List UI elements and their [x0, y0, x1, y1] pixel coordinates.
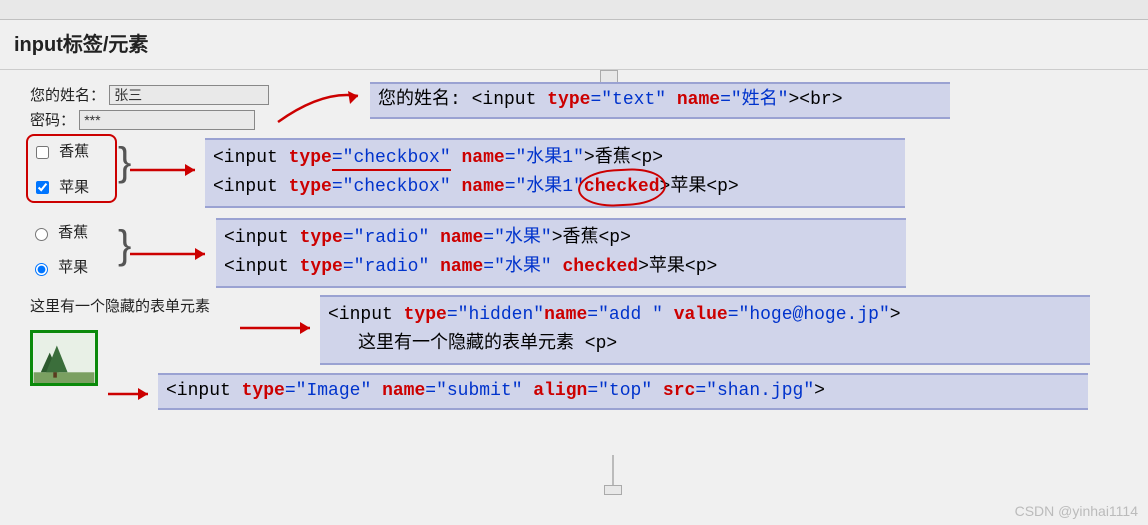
brace-icon: }: [118, 142, 131, 182]
code-token: checked: [584, 173, 660, 202]
code-token: ="水果1": [505, 148, 584, 168]
brace-icon: }: [118, 225, 131, 265]
password-row: 密码：: [30, 109, 310, 130]
checkbox-group: 香蕉 苹果 }: [30, 138, 97, 199]
code-token: type: [289, 148, 332, 168]
password-input[interactable]: [79, 110, 255, 130]
code-token: >香蕉<p>: [552, 228, 631, 248]
name-label: 您的姓名：: [30, 87, 105, 104]
code-token: 您的姓名: <input: [378, 90, 547, 110]
code-radio: <input type="radio" name="水果">香蕉<p> <inp…: [216, 218, 906, 288]
code-checkbox: <input type="checkbox" name="水果1">香蕉<p> …: [205, 138, 905, 208]
code-token: type: [242, 381, 285, 401]
page-title: input标签/元素: [0, 20, 1148, 65]
code-token: ="Image": [285, 381, 371, 401]
checkbox-banana[interactable]: [36, 146, 49, 159]
name-input[interactable]: [109, 85, 269, 105]
code-token: <input: [213, 177, 289, 197]
code-token: ="add ": [587, 305, 663, 325]
password-label: 密码：: [30, 112, 75, 129]
code-token: type: [300, 228, 343, 248]
code-token: ="submit": [425, 381, 522, 401]
hidden-note: 这里有一个隐藏的表单元素: [30, 295, 310, 316]
code-token: >: [814, 381, 825, 401]
name-row: 您的姓名：: [30, 84, 310, 105]
code-token: <input: [213, 148, 289, 168]
code-token: ="水果": [483, 228, 551, 248]
code-token: name: [371, 381, 425, 401]
code-image: <input type="Image" name="submit" align=…: [158, 373, 1088, 410]
code-token: <input: [328, 305, 404, 325]
code-token: type: [547, 90, 590, 110]
code-token: ="hoge@hoge.jp": [728, 305, 890, 325]
code-token: name: [666, 90, 720, 110]
code-hidden: <input type="hidden"name="add " value="h…: [320, 295, 1090, 365]
code-token: >苹果<p>: [660, 177, 739, 197]
code-token: value: [663, 305, 728, 325]
content-area: 您的姓名： 密码： 香蕉 苹果 } 香蕉: [0, 69, 1148, 390]
code-token: <input: [224, 228, 300, 248]
code-text-input: 您的姓名: <input type="text" name="姓名"><br>: [370, 82, 950, 119]
radio-banana[interactable]: [35, 228, 48, 241]
top-toolbar: [0, 0, 1148, 20]
code-token: name: [451, 148, 505, 168]
watermark: CSDN @yinhai1114: [1015, 503, 1138, 519]
code-token: 这里有一个隐藏的表单元素 <p>: [358, 334, 617, 354]
radio-apple[interactable]: [35, 263, 48, 276]
code-token: ="hidden": [447, 305, 544, 325]
code-token: <input: [166, 381, 242, 401]
code-token: src: [652, 381, 695, 401]
scrollbar-thumb[interactable]: [604, 485, 622, 495]
code-token: ="姓名": [720, 90, 788, 110]
code-token: align: [523, 381, 588, 401]
checkbox-banana-label: 香蕉: [59, 143, 89, 160]
separator: [612, 455, 614, 485]
code-token: type: [300, 257, 343, 277]
code-token: ="checkbox": [332, 148, 451, 171]
code-token: type: [289, 177, 332, 197]
code-token: type: [404, 305, 447, 325]
code-token: name: [429, 228, 483, 248]
code-token: checked: [552, 257, 638, 277]
code-token: ="radio": [343, 257, 429, 277]
code-token: ="shan.jpg": [695, 381, 814, 401]
image-thumbnail[interactable]: [30, 330, 98, 386]
code-token: ="水果": [483, 257, 551, 277]
code-token: ="top": [587, 381, 652, 401]
code-token: ="text": [590, 90, 666, 110]
radio-apple-label: 苹果: [58, 259, 88, 276]
radio-banana-label: 香蕉: [58, 224, 88, 241]
code-token: ="水果1": [505, 177, 584, 197]
code-token: ><br>: [788, 90, 842, 110]
code-token: <input: [224, 257, 300, 277]
code-token: ="checkbox": [332, 177, 451, 197]
code-token: ="radio": [343, 228, 429, 248]
code-token: >苹果<p>: [638, 257, 717, 277]
code-token: name: [429, 257, 483, 277]
code-token: name: [451, 177, 505, 197]
code-token: name: [544, 305, 587, 325]
code-token: >香蕉<p>: [584, 148, 663, 168]
code-token: >: [890, 305, 901, 325]
